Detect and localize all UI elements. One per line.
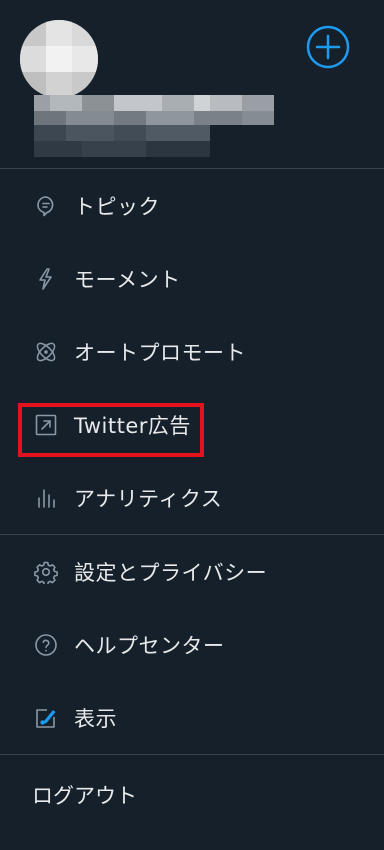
- menu-item-settings-privacy[interactable]: 設定とプライバシー: [0, 535, 384, 608]
- menu-item-display[interactable]: 表示: [0, 681, 384, 754]
- menu-item-label: モーメント: [74, 267, 181, 292]
- question-icon: [32, 631, 60, 659]
- menu-item-analytics[interactable]: アナリティクス: [0, 461, 384, 534]
- avatar[interactable]: [20, 20, 98, 98]
- atom-icon: [32, 338, 60, 366]
- display-name-redacted: [34, 95, 274, 125]
- topic-icon: [32, 192, 60, 220]
- menu-item-label: 設定とプライバシー: [74, 560, 268, 585]
- menu-item-label: Twitter広告: [74, 413, 191, 438]
- menu-item-label: オートプロモート: [74, 340, 246, 365]
- external-link-icon: [32, 411, 60, 439]
- menu-item-label: ヘルプセンター: [74, 633, 225, 658]
- gear-icon: [32, 558, 60, 586]
- edit-display-icon: [32, 704, 60, 732]
- logout-button[interactable]: ログアウト: [0, 755, 384, 835]
- handle-redacted: [34, 125, 210, 159]
- menu-group-primary: トピック モーメント オートプロモート Twitter広告 アナリティクス: [0, 169, 384, 534]
- menu-item-autopromote[interactable]: オートプロモート: [0, 315, 384, 388]
- menu-item-help-center[interactable]: ヘルプセンター: [0, 608, 384, 681]
- profile-header: [0, 0, 384, 168]
- menu-item-label: トピック: [74, 194, 160, 219]
- lightning-icon: [32, 265, 60, 293]
- menu-group-secondary: 設定とプライバシー ヘルプセンター 表示: [0, 535, 384, 754]
- menu-item-moments[interactable]: モーメント: [0, 242, 384, 315]
- menu-item-label: 表示: [74, 706, 117, 731]
- account-menu-panel: トピック モーメント オートプロモート Twitter広告 アナリティクス 設定…: [0, 0, 384, 850]
- bar-chart-icon: [32, 484, 60, 512]
- menu-item-label: アナリティクス: [74, 486, 223, 511]
- plus-circle-icon[interactable]: [306, 25, 350, 69]
- menu-item-topics[interactable]: トピック: [0, 169, 384, 242]
- menu-item-twitter-ads[interactable]: Twitter広告: [0, 388, 384, 461]
